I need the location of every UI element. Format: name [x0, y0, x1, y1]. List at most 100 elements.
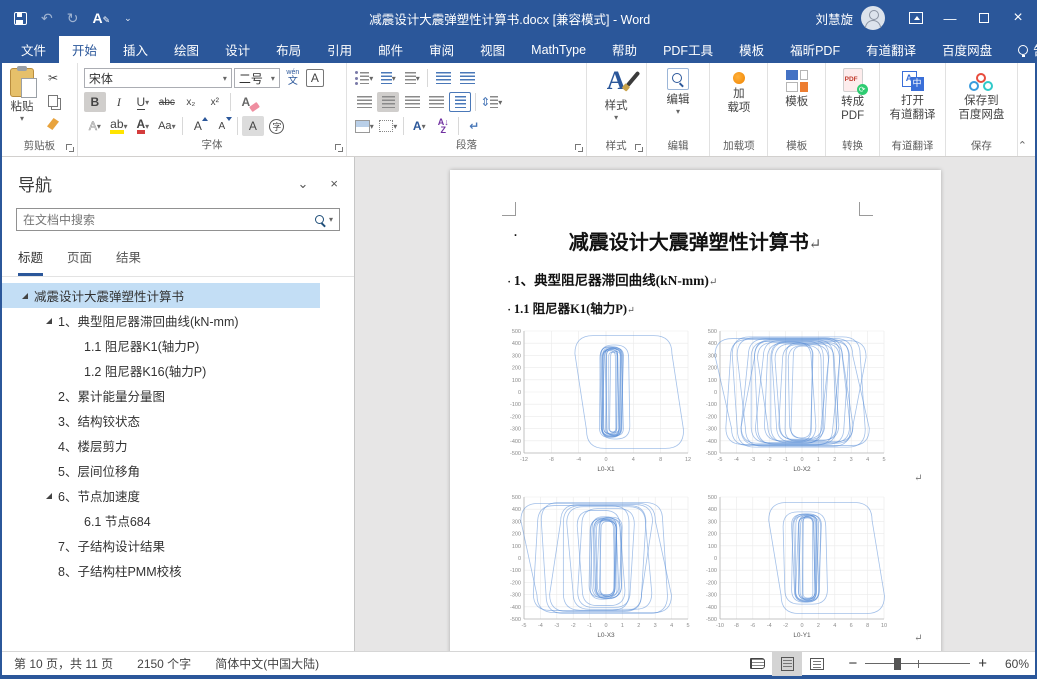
ribbon-tab-设计[interactable]: 设计	[212, 36, 263, 63]
shading-button[interactable]: ▾	[353, 116, 375, 136]
increase-indent-button[interactable]	[456, 68, 478, 88]
nav-tree-item[interactable]: 1.2 阻尼器K16(轴力P)	[2, 358, 320, 383]
italic-button[interactable]: I	[108, 92, 130, 112]
template-button[interactable]: 模板	[779, 66, 814, 139]
ribbon-tab-邮件[interactable]: 邮件	[365, 36, 416, 63]
ribbon-tab-引用[interactable]: 引用	[314, 36, 365, 63]
format-painter-icon[interactable]: A✎	[92, 11, 110, 25]
styles-dialog-launcher[interactable]	[635, 144, 644, 153]
web-layout-button[interactable]	[802, 652, 832, 676]
distribute-button[interactable]	[449, 92, 471, 112]
shrink-font-button[interactable]: A	[211, 116, 233, 136]
ribbon-tab-插入[interactable]: 插入	[110, 36, 161, 63]
grow-font-button[interactable]: A	[187, 116, 209, 136]
asian-layout-button[interactable]: A▾	[408, 116, 430, 136]
collapse-triangle-icon[interactable]	[46, 318, 52, 324]
redo-icon[interactable]: ↻	[67, 11, 79, 25]
hysteresis-chart-L0-Y1[interactable]: -10-8-6-4-20246810-500-400-300-200-10001…	[696, 491, 892, 647]
undo-icon[interactable]: ↶	[41, 11, 53, 25]
baidu-save-button[interactable]: 保存到百度网盘	[952, 66, 1010, 139]
clipboard-dialog-launcher[interactable]	[66, 144, 75, 153]
character-border-button[interactable]: A	[306, 69, 324, 87]
avatar[interactable]	[861, 6, 885, 30]
hysteresis-chart-L0-X1[interactable]: -12-8-404812-500-400-300-200-10001002003…	[500, 325, 696, 481]
decrease-indent-button[interactable]	[432, 68, 454, 88]
nav-close-icon[interactable]: ×	[330, 176, 338, 192]
text-effects-button[interactable]: A▾	[84, 116, 106, 136]
nav-tree-item[interactable]: 4、楼层剪力	[2, 433, 320, 458]
nav-tree-item[interactable]: 减震设计大震弹塑性计算书	[2, 283, 320, 308]
zoom-slider[interactable]	[865, 663, 970, 665]
save-icon[interactable]	[14, 12, 27, 25]
justify-button[interactable]	[425, 92, 447, 112]
collapse-ribbon-button[interactable]: ⌃	[1018, 139, 1035, 156]
zoom-out-button[interactable]: −	[848, 656, 857, 671]
nav-tree-item[interactable]: 8、子结构柱PMM校核	[2, 558, 320, 583]
ribbon-tab-帮助[interactable]: 帮助	[599, 36, 650, 63]
hysteresis-chart-L0-X3[interactable]: -5-4-3-2-1012345-500-400-300-200-1000100…	[500, 491, 696, 647]
underline-button[interactable]: U▾	[132, 92, 154, 112]
bold-button[interactable]: B	[84, 92, 106, 112]
youdao-button[interactable]: 打开有道翻译	[884, 66, 942, 139]
font-color-button[interactable]: A▾	[132, 116, 154, 136]
customize-qat-icon[interactable]: ⌄	[124, 13, 132, 24]
ribbon-tab-绘图[interactable]: 绘图	[161, 36, 212, 63]
hysteresis-chart-L0-X2[interactable]: -5-4-3-2-1012345-500-400-300-200-1000100…	[696, 325, 892, 481]
paste-button[interactable]: 粘贴 ▾	[4, 66, 40, 139]
addins-button[interactable]: 加载项	[721, 66, 756, 139]
cut-button[interactable]: ✂	[42, 68, 64, 88]
nav-tab-页面[interactable]: 页面	[67, 247, 92, 276]
copy-button[interactable]	[42, 91, 64, 111]
character-shading-button[interactable]: A	[242, 116, 264, 136]
editing-button[interactable]: 编辑 ▾	[661, 66, 696, 139]
account-name[interactable]: 刘慧旋	[807, 9, 861, 28]
nav-tab-结果[interactable]: 结果	[116, 247, 141, 276]
search-input[interactable]	[23, 213, 315, 227]
ribbon-tab-有道翻译[interactable]: 有道翻译	[853, 36, 929, 63]
collapse-triangle-icon[interactable]	[46, 493, 52, 499]
subscript-button[interactable]: x₂	[180, 92, 202, 112]
word-count[interactable]: 2150 个字	[125, 655, 203, 672]
ribbon-tab-百度网盘[interactable]: 百度网盘	[929, 36, 1005, 63]
numbering-button[interactable]: ▾	[377, 68, 399, 88]
ribbon-tab-模板[interactable]: 模板	[726, 36, 777, 63]
search-icon[interactable]	[315, 215, 324, 224]
bullets-button[interactable]: ▾	[353, 68, 375, 88]
ribbon-tab-布局[interactable]: 布局	[263, 36, 314, 63]
ribbon-tab-告诉我[interactable]: 告诉我	[1005, 36, 1037, 63]
nav-tab-标题[interactable]: 标题	[18, 247, 43, 276]
collapse-triangle-icon[interactable]	[22, 293, 28, 299]
to-pdf-button[interactable]: 转成PDF	[835, 66, 870, 139]
page-indicator[interactable]: 第 10 页，共 11 页	[2, 655, 125, 672]
ribbon-tab-PDF工具[interactable]: PDF工具	[650, 36, 726, 63]
zoom-slider-thumb[interactable]	[894, 658, 901, 670]
ribbon-tab-文件[interactable]: 文件	[8, 36, 59, 63]
superscript-button[interactable]: x²	[204, 92, 226, 112]
nav-tree-item[interactable]: 1、典型阻尼器滞回曲线(kN-mm)	[2, 308, 320, 333]
format-painter-button[interactable]	[42, 114, 64, 134]
ribbon-display-options-icon[interactable]	[899, 0, 933, 36]
align-left-button[interactable]	[353, 92, 375, 112]
nav-options-icon[interactable]: ⌄	[298, 176, 309, 192]
multilevel-list-button[interactable]: ▾	[401, 68, 423, 88]
styles-button[interactable]: A 样式 ▾	[595, 66, 637, 139]
ribbon-tab-MathType[interactable]: MathType	[518, 36, 599, 63]
ribbon-tab-视图[interactable]: 视图	[467, 36, 518, 63]
align-center-button[interactable]	[377, 92, 399, 112]
change-case-button[interactable]: Aa▾	[156, 116, 178, 136]
font-size-combo[interactable]: 二号▾	[234, 68, 280, 88]
show-marks-button[interactable]: ↵	[463, 116, 485, 136]
maximize-button[interactable]	[967, 0, 1001, 36]
font-dialog-launcher[interactable]	[335, 144, 344, 153]
phonetic-guide-button[interactable]: wén文	[282, 68, 304, 88]
nav-tree-item[interactable]: 7、子结构设计结果	[2, 533, 320, 558]
font-name-combo[interactable]: 宋体▾	[84, 68, 232, 88]
clear-formatting-button[interactable]: A	[235, 92, 257, 112]
document-page[interactable]: ·减震设计大震弹塑性计算书↵ ·1、典型阻尼器滞回曲线(kN-mm)↵ ·1.1…	[450, 170, 941, 651]
sort-button[interactable]: A↓Z	[432, 116, 454, 136]
nav-tree-item[interactable]: 2、累计能量分量图	[2, 383, 320, 408]
read-mode-button[interactable]	[742, 652, 772, 676]
enclose-characters-button[interactable]: 字	[266, 116, 288, 136]
ribbon-tab-福昕PDF[interactable]: 福昕PDF	[777, 36, 853, 63]
search-options-icon[interactable]: ▾	[329, 215, 333, 224]
